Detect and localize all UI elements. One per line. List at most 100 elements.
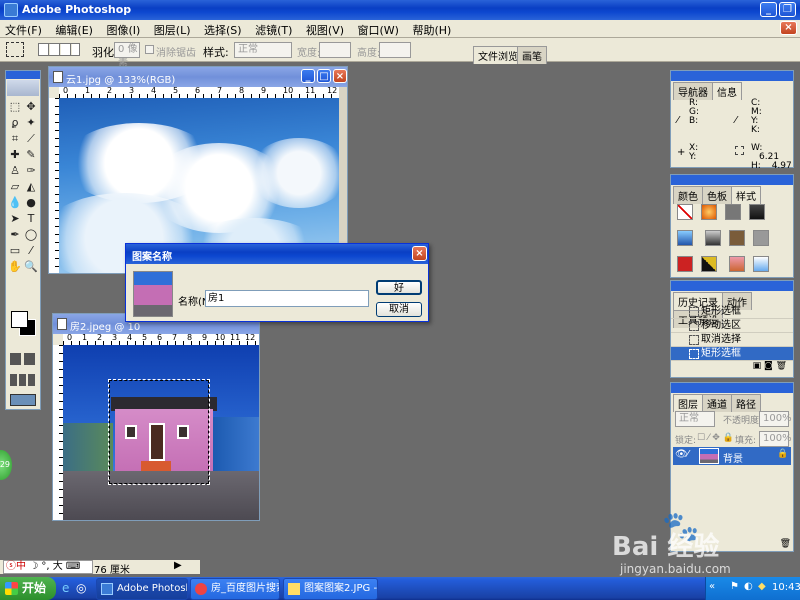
side-badge[interactable]: 29 [0,450,12,480]
eyedropper-icon[interactable]: ⁄ [23,243,39,259]
snapshot-icon[interactable]: ◙ [764,361,773,371]
cancel-button[interactable]: 取消 [376,302,422,317]
lasso-tool-icon[interactable]: ϼ [7,115,23,131]
fill-input[interactable]: 100% [759,431,792,447]
style-swatch[interactable] [728,256,745,272]
menu-image[interactable]: 图像(I) [101,20,145,40]
style-swatch[interactable] [701,256,717,272]
doc1-titlebar[interactable]: 云1.jpg @ 133%(RGB) _ □ × [49,67,347,87]
antialias-checkbox[interactable] [145,45,154,54]
menu-view[interactable]: 视图(V) [301,20,349,40]
pen-tool-icon[interactable]: ✒ [7,227,23,243]
menu-file[interactable]: 文件(F) [0,20,47,40]
name-input[interactable]: 房1 [205,290,369,307]
selection-marquee[interactable] [108,379,210,485]
doc2-canvas-house[interactable] [63,345,259,520]
trash-icon[interactable]: 🗑 [776,361,787,371]
restore-button[interactable]: ❐ [779,2,796,17]
style-swatch[interactable] [752,256,769,272]
zoom-tool-icon[interactable]: 🔍 [23,259,39,275]
style-swatch[interactable] [728,230,745,246]
dialog-titlebar[interactable]: 图案名称 × [126,244,428,264]
app-close-button[interactable]: × [780,21,797,35]
slice-tool-icon[interactable]: ⟋ [23,131,39,147]
bucket-tool-icon[interactable]: ◭ [23,179,39,195]
blur-tool-icon[interactable]: 💧 [7,195,23,211]
style-swatch[interactable] [752,230,769,246]
foreground-color[interactable] [11,311,28,328]
style-swatch[interactable] [677,256,693,272]
shape-tool-icon[interactable]: ◯ [23,227,39,243]
eye-icon[interactable]: 👁 [675,449,688,460]
layer-row-background[interactable]: 👁 ⁄ 背景 🔒 [673,447,791,465]
hand-tool-icon[interactable]: ✋ [7,259,23,275]
tab-brushes[interactable]: 画笔 [517,46,547,64]
quicklaunch-icon[interactable]: ◎ [76,581,86,595]
opacity-input[interactable]: 100% [759,411,792,427]
doc1-minimize-button[interactable]: _ [301,69,315,83]
status-arrow-icon[interactable]: ▶ [174,560,182,571]
style-swatch[interactable] [749,204,765,220]
doc1-close-button[interactable]: × [333,69,347,83]
start-button[interactable]: 开始 [0,577,56,600]
eraser-tool-icon[interactable]: ▱ [7,179,23,195]
menu-window[interactable]: 窗口(W) [353,20,404,40]
task-browser[interactable]: 房_百度图片搜索 ... [190,578,280,600]
marquee-tool-icon[interactable]: ⬚ [7,99,23,115]
dialog-close-button[interactable]: × [412,246,427,261]
history-item-selected[interactable]: 矩形选框 [671,347,793,361]
tab-paths[interactable]: 路径 [731,394,761,412]
security-icon[interactable]: ◆ [758,581,766,592]
magic-wand-icon[interactable]: ✦ [23,115,39,131]
history-item[interactable]: 移动选区 [671,319,793,333]
history-brush-icon[interactable]: ✑ [23,163,39,179]
jump-to-imageready-icon[interactable] [10,394,36,406]
style-swatch[interactable] [677,230,693,246]
type-tool-icon[interactable]: T [23,211,39,227]
new-document-icon[interactable]: ▣ [753,361,762,371]
screen-mode-icon[interactable] [10,374,36,386]
ok-button[interactable]: 好 [376,280,422,295]
move-tool-icon[interactable]: ✥ [23,99,39,115]
lock-icons[interactable]: ☐ ⁄ ✥ 🔒 [697,433,734,443]
tray-arrow-icon[interactable]: « [709,581,715,592]
doc1-maximize-button[interactable]: □ [317,69,331,83]
crop-tool-icon[interactable]: ⌗ [7,131,23,147]
minimize-button[interactable]: _ [760,2,777,17]
width-input[interactable] [319,42,351,58]
notes-tool-icon[interactable]: ▭ [7,243,23,259]
path-select-icon[interactable]: ➤ [7,211,23,227]
task-photoshop[interactable]: Adobe Photoshop [96,578,188,600]
tab-layers[interactable]: 图层 [673,394,703,412]
marquee-tool-icon[interactable] [6,42,24,57]
document-window-house[interactable]: 房2.jpeg @ 10 0 1 2 3 4 5 6 7 8 9 10 11 1… [52,313,260,521]
ime-toolbar[interactable]: ⓢ中 ☽ °, 大 ⌨ [3,560,93,574]
history-item[interactable]: 矩形选框 [671,305,793,319]
volume-icon[interactable]: ◐ [744,581,753,592]
menu-edit[interactable]: 编辑(E) [50,20,98,40]
feather-input[interactable]: 0 像素 [114,42,140,69]
menu-filter[interactable]: 滤镜(T) [250,20,297,40]
tab-channels[interactable]: 通道 [702,394,732,412]
blend-mode-select[interactable]: 正常 [675,411,715,427]
dodge-tool-icon[interactable]: ● [23,195,39,211]
task-image-viewer[interactable]: 图案图案2.JPG - ... [283,578,378,600]
ie-icon[interactable]: e [62,581,69,595]
menu-help[interactable]: 帮助(H) [407,20,456,40]
menu-select[interactable]: 选择(S) [199,20,247,40]
height-input[interactable] [379,42,411,58]
healing-brush-icon[interactable]: ✚ [7,147,23,163]
brush-tool-icon[interactable]: ✎ [23,147,39,163]
network-icon[interactable]: ⚑ [730,581,739,592]
style-swatch[interactable] [704,230,721,246]
stamp-tool-icon[interactable]: ♙ [7,163,23,179]
menu-layer[interactable]: 图层(L) [149,20,196,40]
style-select[interactable]: 正常 [234,42,292,58]
quickmask-icon[interactable] [10,353,36,365]
selection-mode-icons[interactable] [38,43,80,56]
tab-info[interactable]: 信息 [712,82,742,100]
style-swatch[interactable] [701,204,717,220]
history-item[interactable]: 取消选择 [671,333,793,347]
style-swatch[interactable] [725,204,741,220]
style-none[interactable] [677,204,693,220]
